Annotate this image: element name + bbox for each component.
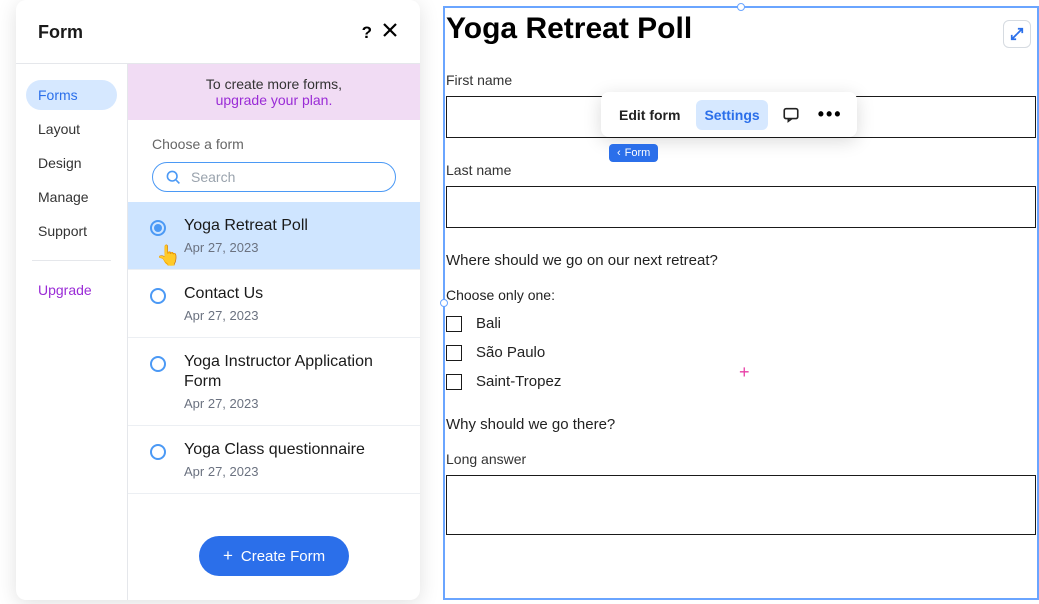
upgrade-banner: To create more forms, upgrade your plan. xyxy=(128,64,420,120)
option-row-bali[interactable]: Bali xyxy=(446,315,1036,332)
breadcrumb-tag[interactable]: ‹ Form xyxy=(609,144,658,162)
close-icon[interactable] xyxy=(382,22,398,43)
create-form-label: Create Form xyxy=(241,548,325,565)
settings-button[interactable]: Settings xyxy=(696,100,767,130)
radio-icon[interactable] xyxy=(150,444,166,460)
form-title: Yoga Class questionnaire xyxy=(184,440,365,461)
tab-manage[interactable]: Manage xyxy=(26,182,117,212)
resize-handle-top[interactable] xyxy=(737,3,745,11)
divider xyxy=(32,260,111,261)
add-element-marker[interactable]: + xyxy=(739,362,750,383)
expand-button[interactable] xyxy=(1003,20,1031,48)
form-title: Contact Us xyxy=(184,284,263,305)
form-item-yoga-instructor-application[interactable]: Yoga Instructor Application Form Apr 27,… xyxy=(128,338,420,427)
cursor-hand-icon: 👆 xyxy=(156,243,181,268)
last-name-field[interactable] xyxy=(446,186,1036,228)
tab-design[interactable]: Design xyxy=(26,148,117,178)
option-label: Saint-Tropez xyxy=(476,373,561,390)
tab-layout[interactable]: Layout xyxy=(26,114,117,144)
option-label: São Paulo xyxy=(476,344,545,361)
more-icon[interactable]: ••• xyxy=(814,104,847,125)
tab-upgrade[interactable]: Upgrade xyxy=(26,275,117,305)
edit-form-button[interactable]: Edit form xyxy=(611,100,688,130)
form-preview: Yoga Retreat Poll First name Last name W… xyxy=(446,12,1036,535)
form-date: Apr 27, 2023 xyxy=(184,396,398,411)
expand-icon xyxy=(1010,27,1024,41)
choose-one-label: Choose only one: xyxy=(446,287,1036,303)
retreat-question: Where should we go on our next retreat? xyxy=(446,252,1036,269)
upgrade-link[interactable]: upgrade your plan. xyxy=(144,92,404,108)
form-date: Apr 27, 2023 xyxy=(184,308,263,323)
why-question: Why should we go there? xyxy=(446,416,1036,433)
form-title: Yoga Retreat Poll xyxy=(184,216,308,237)
option-row-sao-paulo[interactable]: São Paulo xyxy=(446,344,1036,361)
panel-title: Form xyxy=(38,22,83,43)
checkbox-icon[interactable] xyxy=(446,345,462,361)
banner-line1: To create more forms, xyxy=(144,76,404,92)
first-name-label: First name xyxy=(446,72,1036,88)
help-icon[interactable]: ? xyxy=(362,23,372,43)
form-date: Apr 27, 2023 xyxy=(184,240,308,255)
page-title: Yoga Retreat Poll xyxy=(446,12,1036,46)
canvas: Yoga Retreat Poll First name Last name W… xyxy=(443,0,1039,604)
search-input[interactable] xyxy=(191,169,383,185)
panel-header: Form ? xyxy=(16,0,420,64)
comment-icon[interactable] xyxy=(776,102,806,128)
search-icon xyxy=(165,169,181,185)
checkbox-icon[interactable] xyxy=(446,316,462,332)
breadcrumb-label: Form xyxy=(625,147,651,159)
radio-icon[interactable] xyxy=(150,356,166,372)
long-answer-label: Long answer xyxy=(446,451,1036,467)
element-toolbar: Edit form Settings ••• xyxy=(601,92,857,137)
choose-form-label: Choose a form xyxy=(128,120,420,162)
form-date: Apr 27, 2023 xyxy=(184,464,365,479)
form-item-yoga-class-questionnaire[interactable]: Yoga Class questionnaire Apr 27, 2023 xyxy=(128,426,420,494)
form-title: Yoga Instructor Application Form xyxy=(184,352,398,394)
long-answer-field[interactable] xyxy=(446,475,1036,535)
last-name-label: Last name xyxy=(446,162,1036,178)
chevron-left-icon: ‹ xyxy=(617,147,621,159)
form-item-contact-us[interactable]: Contact Us Apr 27, 2023 xyxy=(128,270,420,338)
form-panel: Form ? Forms Layout Design Manage Suppor… xyxy=(16,0,420,600)
tab-support[interactable]: Support xyxy=(26,216,117,246)
create-form-button[interactable]: + Create Form xyxy=(199,536,349,576)
plus-icon: + xyxy=(223,546,233,566)
radio-icon[interactable] xyxy=(150,288,166,304)
checkbox-icon[interactable] xyxy=(446,374,462,390)
option-label: Bali xyxy=(476,315,501,332)
side-tabs: Forms Layout Design Manage Support Upgra… xyxy=(16,64,128,600)
tab-forms[interactable]: Forms xyxy=(26,80,117,110)
search-box[interactable] xyxy=(152,162,396,192)
radio-icon[interactable] xyxy=(150,220,166,236)
